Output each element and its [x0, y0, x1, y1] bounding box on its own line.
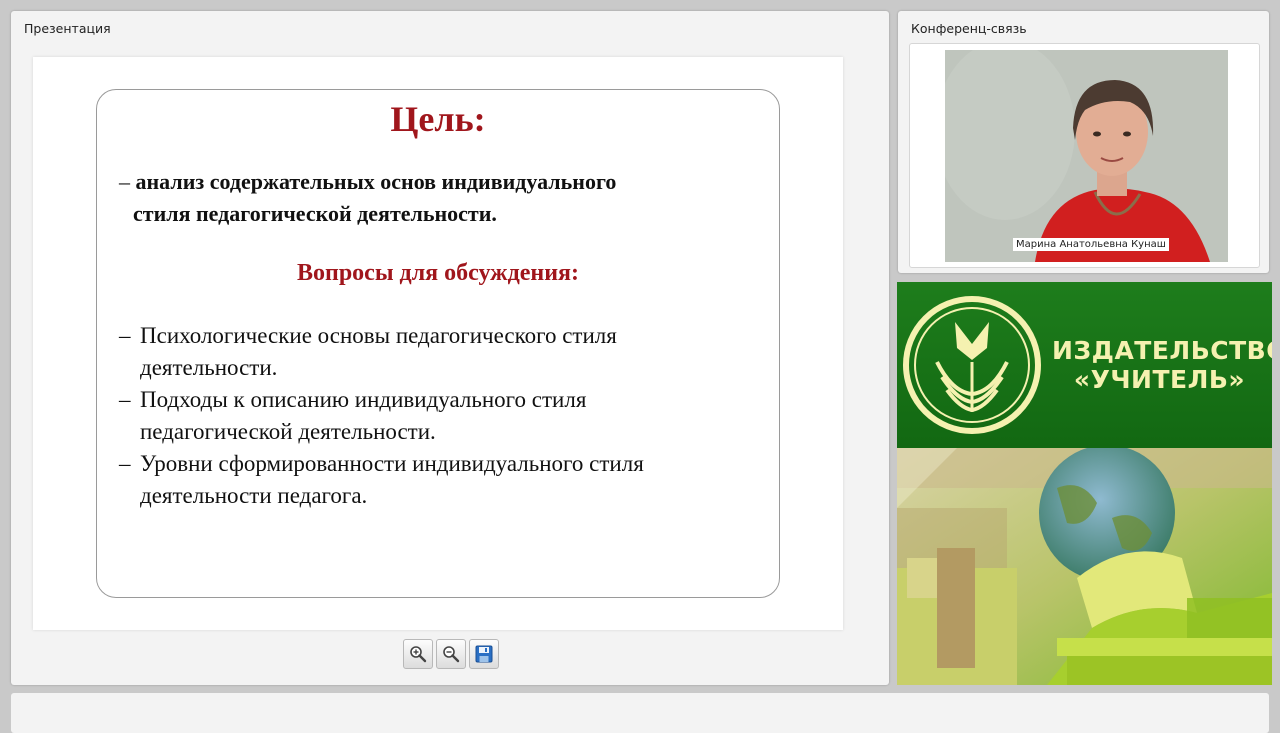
save-icon [475, 645, 493, 663]
books-globe-illustration [897, 445, 1272, 685]
zoom-out-icon [443, 646, 460, 663]
question-line-2: деятельности педагога. [140, 483, 368, 508]
slide-questions-list: – Психологические основы педагогического… [119, 320, 769, 512]
zoom-in-button[interactable] [403, 639, 433, 669]
question-item: – Уровни сформированности индивидуальног… [119, 448, 769, 512]
presentation-panel: Презентация Цель: – анализ содержательны… [11, 11, 889, 685]
question-line-1: Уровни сформированности индивидуального … [140, 451, 644, 476]
question-item: – Подходы к описанию индивидуального сти… [119, 384, 769, 448]
presentation-panel-title: Презентация [24, 21, 111, 36]
speaker-video[interactable]: Марина Анатольевна Кунаш [945, 50, 1228, 262]
speaker-video-frame [945, 50, 1228, 262]
zoom-in-icon [410, 646, 427, 663]
save-button[interactable] [469, 639, 499, 669]
goal-line-1-text: анализ содержательных основ индивидуальн… [135, 169, 617, 194]
speaker-name-label: Марина Анатольевна Кунаш [1013, 238, 1169, 251]
slide-goal-heading: Цель: [390, 99, 486, 139]
video-container: Марина Анатольевна Кунаш [909, 43, 1260, 268]
publisher-title-line-1: ИЗДАТЕЛЬСТВО [1052, 336, 1272, 365]
publisher-banner-image [897, 445, 1272, 685]
question-dash: – [119, 451, 131, 476]
conference-panel-title: Конференц-связь [911, 21, 1027, 36]
goal-line-2: стиля педагогической деятельности. [133, 201, 497, 226]
question-line-1: Психологические основы педагогического с… [140, 323, 617, 348]
slide-viewer[interactable]: Цель: – анализ содержательных основ инди… [33, 57, 843, 630]
publisher-title: ИЗДАТЕЛЬСТВО «УЧИТЕЛЬ» [1052, 336, 1272, 394]
publisher-banner-header: ИЗДАТЕЛЬСТВО «УЧИТЕЛЬ» [897, 282, 1272, 448]
question-line-1: Подходы к описанию индивидуального стиля [140, 387, 587, 412]
conference-panel: Конференц-связь Марина Анатольевна Кунаш [898, 11, 1269, 273]
slide-goal-text: – анализ содержательных основ индивидуал… [119, 166, 759, 230]
goal-line-1: – анализ содержательных основ индивидуал… [119, 166, 759, 198]
publisher-logo-icon [903, 296, 1041, 434]
goal-dash: – [119, 169, 130, 194]
question-line-2: деятельности. [140, 355, 278, 380]
slide-questions-heading: Вопросы для обсуждения: [296, 260, 579, 286]
slide-frame: Цель: – анализ содержательных основ инди… [96, 89, 780, 598]
question-dash: – [119, 387, 131, 412]
question-line-2: педагогической деятельности. [140, 419, 436, 444]
bottom-panel [11, 693, 1269, 733]
question-item: – Психологические основы педагогического… [119, 320, 769, 384]
zoom-out-button[interactable] [436, 639, 466, 669]
question-dash: – [119, 323, 131, 348]
publisher-title-line-2: «УЧИТЕЛЬ» [1073, 365, 1246, 394]
publisher-banner[interactable]: ИЗДАТЕЛЬСТВО «УЧИТЕЛЬ» [897, 282, 1272, 685]
